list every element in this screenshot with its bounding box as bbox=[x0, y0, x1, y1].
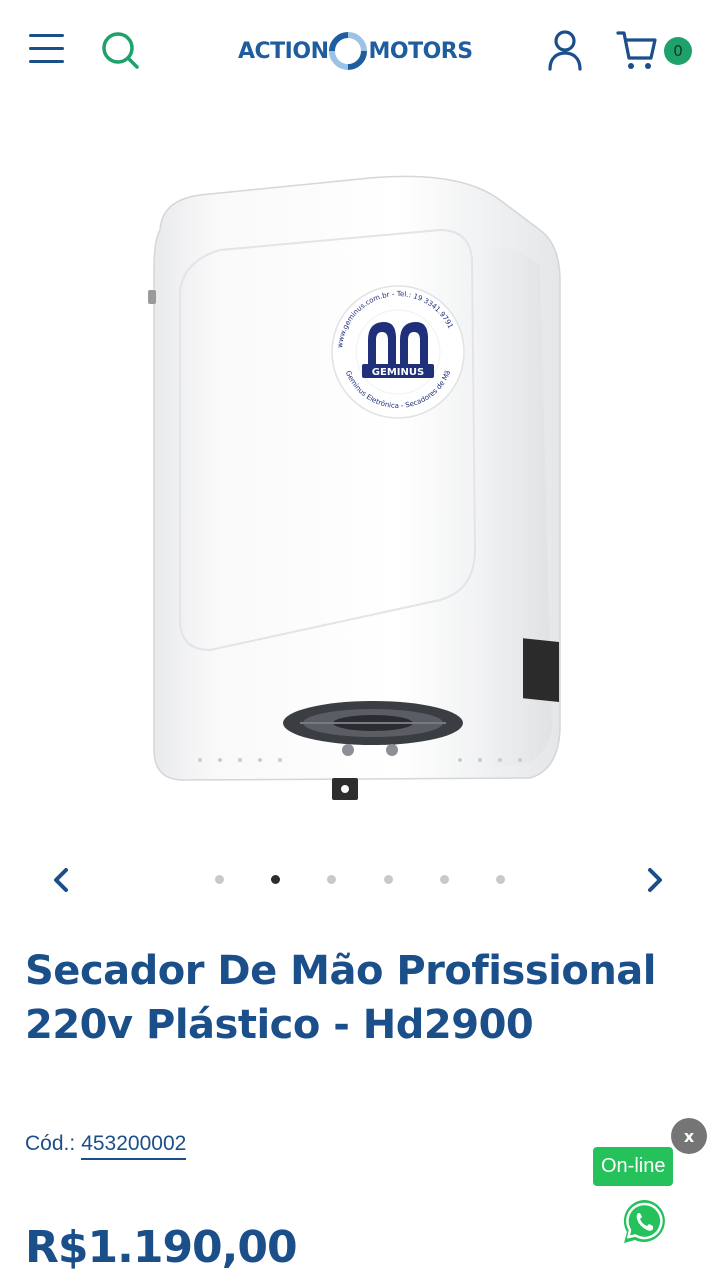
product-gallery: GEMINUS www.geminus.com.br - Tel.: 19 33… bbox=[0, 110, 717, 850]
logo-text-left: ACTION bbox=[238, 38, 329, 64]
gallery-dot[interactable] bbox=[327, 875, 337, 884]
search-icon[interactable] bbox=[99, 29, 143, 73]
user-icon[interactable] bbox=[545, 28, 585, 72]
chat-online-badge[interactable]: On-line bbox=[593, 1147, 674, 1186]
product-price: R$1.190,00 bbox=[25, 1222, 298, 1273]
chat-close-button[interactable]: x bbox=[671, 1118, 707, 1154]
menu-icon[interactable] bbox=[29, 33, 65, 65]
product-code-label: Cód.: bbox=[25, 1132, 76, 1155]
product-title: Secador De Mão Profissional 220v Plástic… bbox=[25, 948, 657, 1048]
svg-text:GEMINUS: GEMINUS bbox=[372, 367, 424, 378]
gallery-dot[interactable] bbox=[215, 875, 224, 884]
gallery-dot[interactable] bbox=[383, 875, 393, 884]
gallery-pagination bbox=[215, 875, 505, 887]
logo-text-right: MOTORS bbox=[368, 38, 473, 64]
cart-count-badge[interactable]: 0 bbox=[664, 37, 692, 65]
product-code: Cód.: 453200002 bbox=[25, 1132, 187, 1160]
site-header: ACTION MOTORS 0 bbox=[0, 0, 717, 100]
site-logo[interactable]: ACTION MOTORS bbox=[238, 30, 473, 72]
product-image[interactable]: GEMINUS www.geminus.com.br - Tel.: 19 33… bbox=[140, 170, 570, 810]
logo-mark-icon bbox=[329, 32, 368, 70]
gallery-dot-active[interactable] bbox=[271, 875, 281, 884]
cart-icon[interactable] bbox=[615, 28, 661, 72]
chevron-right-icon[interactable] bbox=[636, 862, 672, 898]
whatsapp-icon[interactable] bbox=[620, 1197, 670, 1247]
product-code-value[interactable]: 453200002 bbox=[81, 1132, 187, 1160]
gallery-dot[interactable] bbox=[495, 875, 505, 884]
gallery-dot[interactable] bbox=[439, 875, 449, 884]
chevron-left-icon[interactable] bbox=[44, 862, 80, 898]
